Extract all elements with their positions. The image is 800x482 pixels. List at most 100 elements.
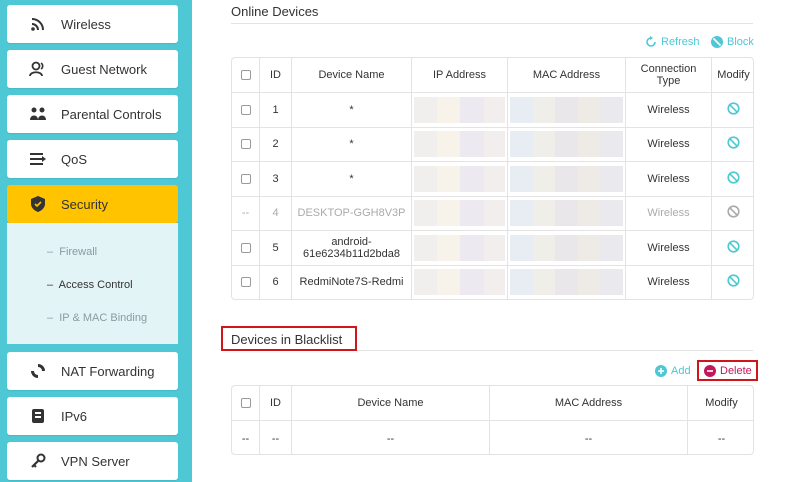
block-button[interactable]: Block <box>711 36 754 48</box>
sidebar-item-parental-controls[interactable]: Parental Controls <box>7 95 178 133</box>
minus-circle-icon <box>704 365 716 377</box>
refresh-icon <box>645 36 657 48</box>
sidebar-item-guest-network[interactable]: Guest Network <box>7 50 178 88</box>
table-row: 1 * Wireless <box>232 92 753 128</box>
cell-id: 1 <box>259 92 292 128</box>
select-all-checkbox[interactable] <box>232 58 260 93</box>
cell-device-name: RedmiNote7S-Redmi <box>291 264 412 299</box>
cell-modify <box>711 195 753 231</box>
col-header-mac-address: MAC Address <box>489 386 688 421</box>
plus-circle-icon <box>655 365 667 377</box>
sidebar: Wireless Guest Network Parental Controls… <box>0 0 192 482</box>
sidebar-item-label: NAT Forwarding <box>61 363 155 379</box>
sidebar-item-label: Parental Controls <box>61 106 162 122</box>
ipv6-icon <box>29 407 47 425</box>
col-header-modify: Modify <box>711 58 753 93</box>
sidebar-item-vpn-server[interactable]: VPN Server <box>7 442 178 480</box>
block-device-icon[interactable] <box>727 136 740 152</box>
cell-connection-type: Wireless <box>625 126 712 162</box>
cell-ip-address-redacted <box>411 264 508 299</box>
cell-device-name: DESKTOP-GGH8V3P <box>291 195 412 231</box>
security-submenu: – Firewall – Access Control – IP & MAC B… <box>7 223 178 344</box>
table-row: 3 * Wireless <box>232 161 753 197</box>
cell-ip-address-redacted <box>411 195 508 231</box>
cell-ip-address-redacted <box>411 230 508 266</box>
table-row: 5 android-61e6234b11d2bda8 Wireless <box>232 230 753 266</box>
nat-forwarding-icon <box>29 362 47 380</box>
cell-id: 6 <box>259 264 292 299</box>
col-header-connection-type: Connection Type <box>625 58 712 93</box>
divider <box>357 350 753 351</box>
guest-user-icon <box>29 60 47 78</box>
cell-id: 3 <box>259 161 292 197</box>
cell-device-name: * <box>291 126 412 162</box>
refresh-button[interactable]: Refresh <box>645 36 700 48</box>
sidebar-item-security[interactable]: Security <box>7 185 178 223</box>
block-device-icon[interactable] <box>727 102 740 118</box>
sidebar-item-label: IPv6 <box>61 408 88 424</box>
col-header-modify: Modify <box>687 386 753 421</box>
cell-connection-type: Wireless <box>625 161 712 197</box>
sidebar-item-label: VPN Server <box>61 453 130 469</box>
divider <box>231 23 753 24</box>
table-header-row: ID Device Name IP Address MAC Address Co… <box>232 58 753 93</box>
row-checkbox[interactable] <box>232 264 260 299</box>
qos-icon <box>29 150 47 168</box>
select-all-checkbox[interactable] <box>232 386 260 421</box>
cell-mac-address-redacted <box>507 161 626 197</box>
block-device-icon[interactable] <box>727 274 740 290</box>
cell-mac-address-redacted <box>507 230 626 266</box>
sidebar-item-ipv6[interactable]: IPv6 <box>7 397 178 435</box>
parental-controls-icon <box>29 105 47 123</box>
row-checkbox[interactable] <box>232 161 260 197</box>
submenu-item-access-control[interactable]: – Access Control <box>47 279 133 291</box>
row-checkbox[interactable] <box>232 126 260 162</box>
cell-modify <box>711 161 753 197</box>
cell-connection-type: Wireless <box>625 92 712 128</box>
cell-id: 5 <box>259 230 292 266</box>
row-checkbox[interactable] <box>232 230 260 266</box>
col-header-id: ID <box>259 58 292 93</box>
table-row: -- -- -- -- -- <box>232 420 753 454</box>
cell-mac-address-redacted <box>507 126 626 162</box>
cell-id: 2 <box>259 126 292 162</box>
sidebar-item-qos[interactable]: QoS <box>7 140 178 178</box>
block-device-icon[interactable] <box>727 240 740 256</box>
main-content: Online Devices Refresh Block ID Device N… <box>192 0 800 482</box>
sidebar-item-label: Guest Network <box>61 61 147 77</box>
block-device-icon <box>727 205 740 221</box>
cell-id: 4 <box>259 195 292 231</box>
wifi-icon <box>29 15 47 33</box>
online-devices-table: ID Device Name IP Address MAC Address Co… <box>231 57 754 300</box>
cell-mac-address-redacted <box>507 195 626 231</box>
col-header-mac-address: MAC Address <box>507 58 626 93</box>
cell-device-name: * <box>291 161 412 197</box>
cell-device-name: * <box>291 92 412 128</box>
shield-icon <box>29 195 47 213</box>
row-checkbox[interactable] <box>232 92 260 128</box>
col-header-device-name: Device Name <box>291 58 412 93</box>
empty-cell: -- <box>291 420 490 454</box>
cell-connection-type: Wireless <box>625 230 712 266</box>
submenu-item-firewall[interactable]: – Firewall <box>47 246 97 258</box>
cell-modify <box>711 92 753 128</box>
cell-ip-address-redacted <box>411 161 508 197</box>
block-icon <box>711 36 723 48</box>
empty-cell: -- <box>259 420 292 454</box>
cell-mac-address-redacted <box>507 92 626 128</box>
cell-connection-type: Wireless <box>625 195 712 231</box>
table-row: -- 4 DESKTOP-GGH8V3P Wireless <box>232 195 753 231</box>
sidebar-item-nat-forwarding[interactable]: NAT Forwarding <box>7 352 178 390</box>
sidebar-item-wireless[interactable]: Wireless <box>7 5 178 43</box>
sidebar-item-label: Security <box>61 196 108 212</box>
col-header-device-name: Device Name <box>291 386 490 421</box>
cell-device-name: android-61e6234b11d2bda8 <box>291 230 412 266</box>
online-devices-title: Online Devices <box>231 4 319 19</box>
table-row: 6 RedmiNote7S-Redmi Wireless <box>232 264 753 299</box>
delete-button[interactable]: Delete <box>704 365 752 377</box>
col-header-ip-address: IP Address <box>411 58 508 93</box>
vpn-key-icon <box>29 452 47 470</box>
block-device-icon[interactable] <box>727 171 740 187</box>
submenu-item-ip-mac-binding[interactable]: – IP & MAC Binding <box>47 312 147 324</box>
add-button[interactable]: Add <box>655 365 691 377</box>
